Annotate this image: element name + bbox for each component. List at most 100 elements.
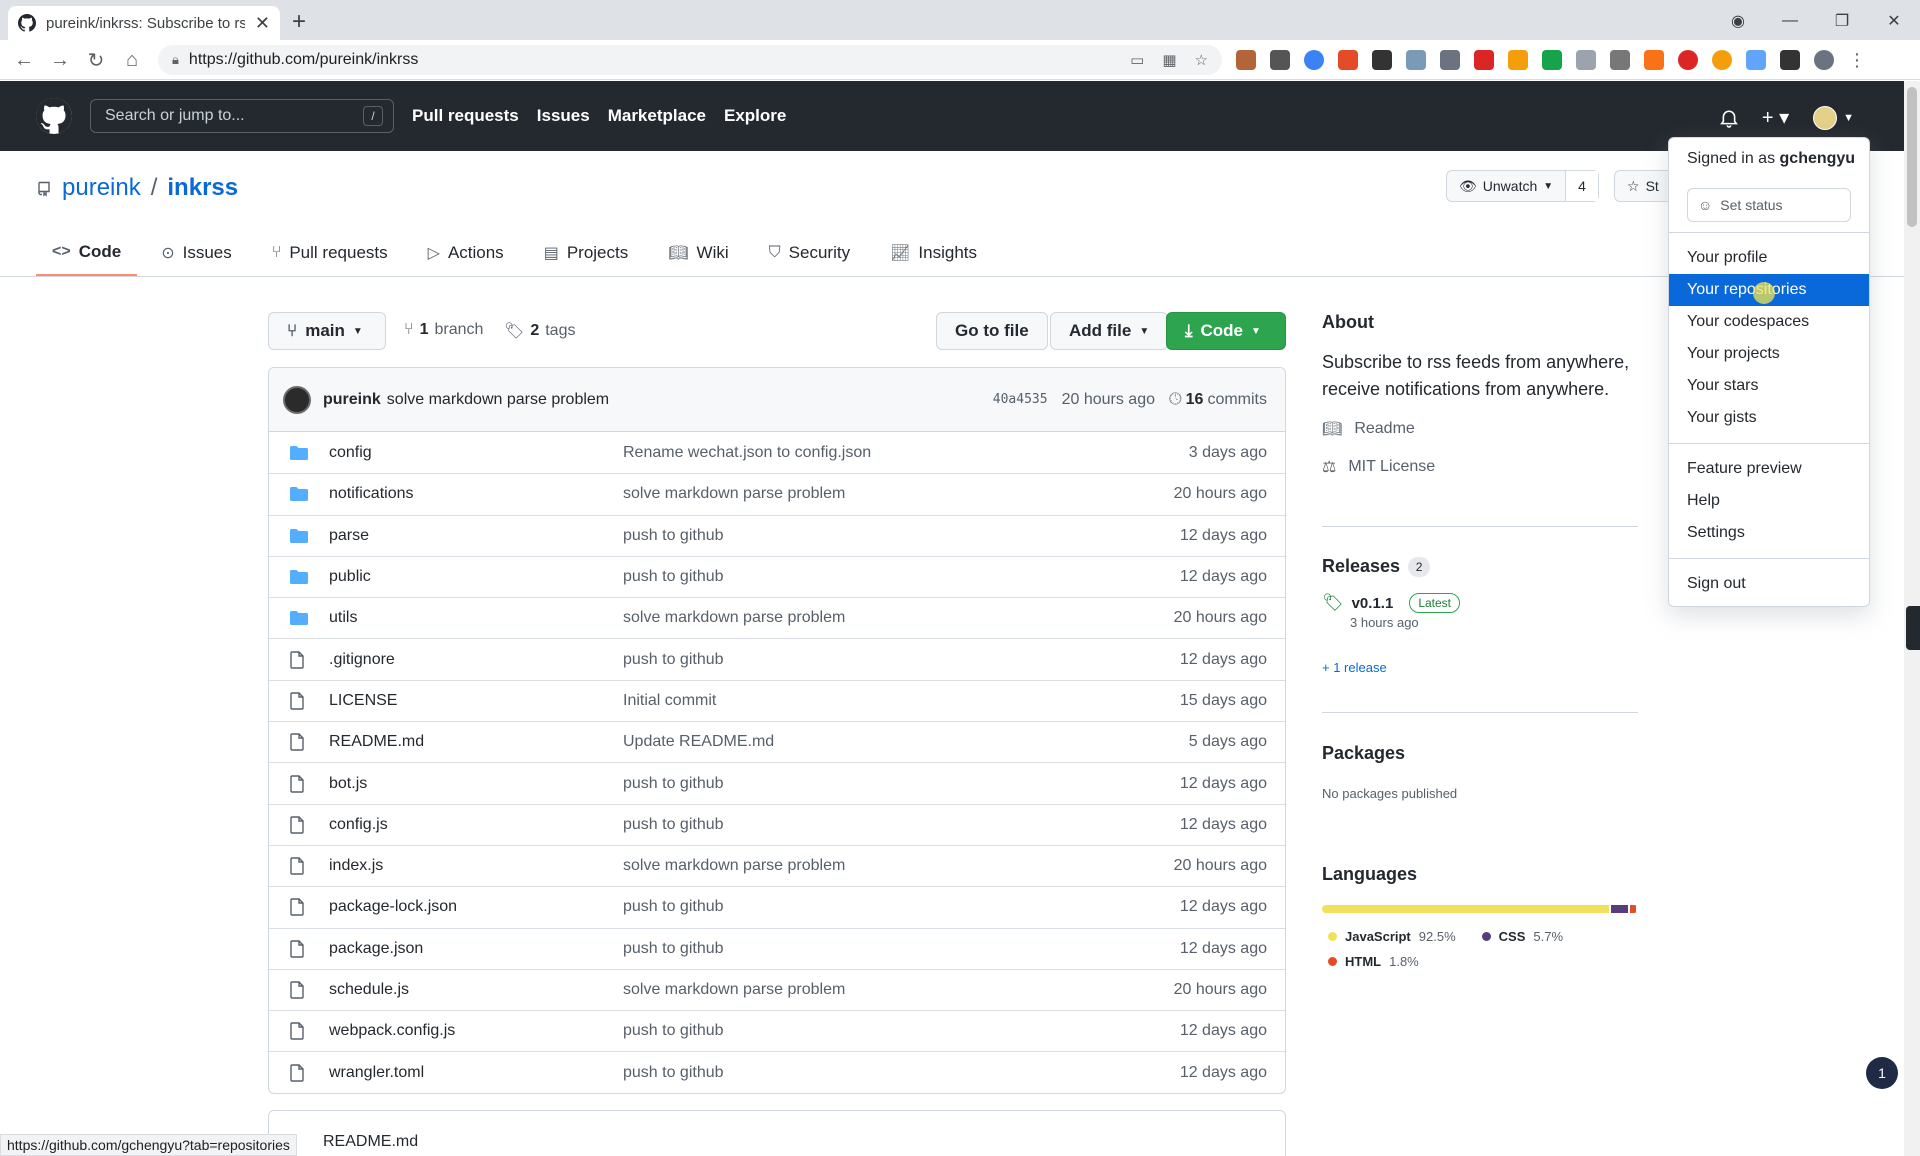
latest-release[interactable]: 🏷︎ v0.1.1 Latest (1322, 593, 1638, 613)
repo-owner-link[interactable]: pureink (62, 174, 141, 202)
menu-your-gists[interactable]: Your gists (1669, 402, 1869, 434)
watch-button[interactable]: 👁︎ Unwatch ▼ 4 (1446, 170, 1599, 202)
readme-link[interactable]: 📖︎ Readme (1322, 419, 1638, 439)
extension-icon[interactable] (1576, 50, 1596, 70)
add-file-button[interactable]: Add file ▼ (1050, 312, 1169, 350)
scrollbar-thumb[interactable] (1907, 87, 1917, 227)
branches-link[interactable]: ⑂ 1 branch (404, 321, 483, 339)
file-name[interactable]: config (329, 444, 623, 462)
file-commit-message[interactable]: Rename wechat.json to config.json (623, 444, 1189, 462)
menu-your-profile[interactable]: Your profile (1669, 242, 1869, 274)
tab-pull-requests[interactable]: ⑂ Pull requests (256, 230, 404, 276)
back-icon[interactable]: ← (12, 48, 36, 72)
forward-icon[interactable]: → (48, 48, 72, 72)
readme-title[interactable]: README.md (323, 1133, 418, 1150)
file-name[interactable]: schedule.js (329, 981, 623, 999)
branch-select-button[interactable]: ⑂ main ▼ (268, 312, 386, 350)
repo-name-link[interactable]: inkrss (167, 174, 238, 202)
extension-icon[interactable] (1542, 50, 1562, 70)
set-status-button[interactable]: ☺ Set status (1687, 188, 1851, 222)
tab-issues[interactable]: ⊙ Issues (145, 230, 248, 276)
menu-your-codespaces[interactable]: Your codespaces (1669, 306, 1869, 338)
license-link[interactable]: ⚖︎ MIT License (1322, 457, 1638, 477)
tab-security[interactable]: ⛉ Security (753, 230, 866, 276)
puzzle-extensions-icon[interactable] (1780, 50, 1800, 70)
extension-icon[interactable] (1474, 50, 1494, 70)
file-name[interactable]: LICENSE (329, 692, 623, 710)
github-logo-icon[interactable] (36, 98, 72, 134)
file-name[interactable]: parse (329, 527, 623, 545)
minimize-icon[interactable]: — (1764, 6, 1816, 36)
file-commit-message[interactable]: push to github (623, 651, 1180, 669)
profile-menu-icon[interactable]: ◉ (1712, 6, 1764, 36)
reload-icon[interactable]: ↻ (84, 48, 108, 72)
menu-help[interactable]: Help (1669, 485, 1869, 517)
notification-badge[interactable]: 1 (1866, 1057, 1898, 1089)
file-name[interactable]: wrangler.toml (329, 1064, 623, 1082)
menu-settings[interactable]: Settings (1669, 517, 1869, 549)
file-name[interactable]: package.json (329, 940, 623, 958)
menu-sign-out[interactable]: Sign out (1669, 568, 1869, 600)
file-commit-message[interactable]: push to github (623, 775, 1180, 793)
browser-profile-avatar[interactable] (1814, 50, 1834, 70)
file-commit-message[interactable]: Initial commit (623, 692, 1180, 710)
new-tab-icon[interactable]: + (292, 8, 306, 36)
commit-hash[interactable]: 40a4535 (993, 392, 1048, 407)
extension-icon[interactable] (1304, 50, 1324, 70)
go-to-file-button[interactable]: Go to file (936, 312, 1048, 350)
releases-title[interactable]: Releases (1322, 556, 1400, 577)
file-name[interactable]: package-lock.json (329, 898, 623, 916)
file-commit-message[interactable]: solve markdown parse problem (623, 485, 1174, 503)
commit-message[interactable]: solve markdown parse problem (387, 391, 609, 409)
browser-tab[interactable]: pureink/inkrss: Subscribe to rs ✕ (8, 6, 280, 40)
file-commit-message[interactable]: push to github (623, 898, 1180, 916)
file-name[interactable]: .gitignore (329, 651, 623, 669)
home-icon[interactable]: ⌂ (120, 48, 144, 72)
extension-icon[interactable] (1372, 50, 1392, 70)
packages-title[interactable]: Packages (1322, 743, 1638, 764)
commits-link[interactable]: 🕓︎ 16 commits (1169, 391, 1267, 409)
file-name[interactable]: webpack.config.js (329, 1022, 623, 1040)
extension-icon[interactable] (1746, 50, 1766, 70)
close-window-icon[interactable]: ✕ (1868, 6, 1920, 36)
tags-link[interactable]: 🏷︎ 2 tags (504, 321, 575, 341)
tab-actions[interactable]: ▷ Actions (412, 230, 520, 276)
tab-close-icon[interactable]: ✕ (255, 13, 270, 34)
extension-icon[interactable] (1644, 50, 1664, 70)
file-commit-message[interactable]: solve markdown parse problem (623, 609, 1174, 627)
file-commit-message[interactable]: push to github (623, 568, 1180, 586)
file-commit-message[interactable]: push to github (623, 1064, 1180, 1082)
tab-wiki[interactable]: 📖︎ Wiki (652, 230, 744, 276)
file-commit-message[interactable]: push to github (623, 940, 1180, 958)
language-item[interactable]: JavaScript 92.5% (1328, 929, 1456, 944)
nav-explore[interactable]: Explore (724, 106, 786, 126)
file-name[interactable]: utils (329, 609, 623, 627)
file-name[interactable]: bot.js (329, 775, 623, 793)
tab-code[interactable]: <> Code (36, 230, 138, 276)
tab-projects[interactable]: ▤ Projects (528, 230, 645, 276)
extension-icon[interactable] (1270, 50, 1290, 70)
address-bar[interactable]: 🔒︎ https://github.com/pureink/inkrss ▭ ▦… (158, 45, 1222, 75)
file-commit-message[interactable]: push to github (623, 816, 1180, 834)
extension-icon[interactable] (1508, 50, 1528, 70)
menu-your-projects[interactable]: Your projects (1669, 338, 1869, 370)
extension-icon[interactable] (1406, 50, 1426, 70)
extension-icon[interactable] (1236, 50, 1256, 70)
restore-icon[interactable]: ❐ (1816, 6, 1868, 36)
nav-marketplace[interactable]: Marketplace (608, 106, 706, 126)
cast-icon[interactable]: ▭ (1130, 51, 1144, 69)
file-name[interactable]: config.js (329, 816, 623, 834)
extension-icon[interactable] (1440, 50, 1460, 70)
notifications-bell-icon[interactable] (1719, 108, 1738, 128)
flag-icon[interactable] (1610, 50, 1630, 70)
file-commit-message[interactable]: solve markdown parse problem (623, 857, 1174, 875)
github-search-input[interactable]: Search or jump to... / (90, 99, 394, 133)
code-button[interactable]: ⤓ Code ▼ (1166, 312, 1286, 350)
file-name[interactable]: README.md (329, 733, 623, 751)
nav-issues[interactable]: Issues (537, 106, 590, 126)
star-button[interactable]: ☆ St (1614, 170, 1674, 202)
file-name[interactable]: index.js (329, 857, 623, 875)
menu-feature-preview[interactable]: Feature preview (1669, 453, 1869, 485)
file-commit-message[interactable]: push to github (623, 1022, 1180, 1040)
language-item[interactable]: CSS 5.7% (1481, 929, 1563, 944)
